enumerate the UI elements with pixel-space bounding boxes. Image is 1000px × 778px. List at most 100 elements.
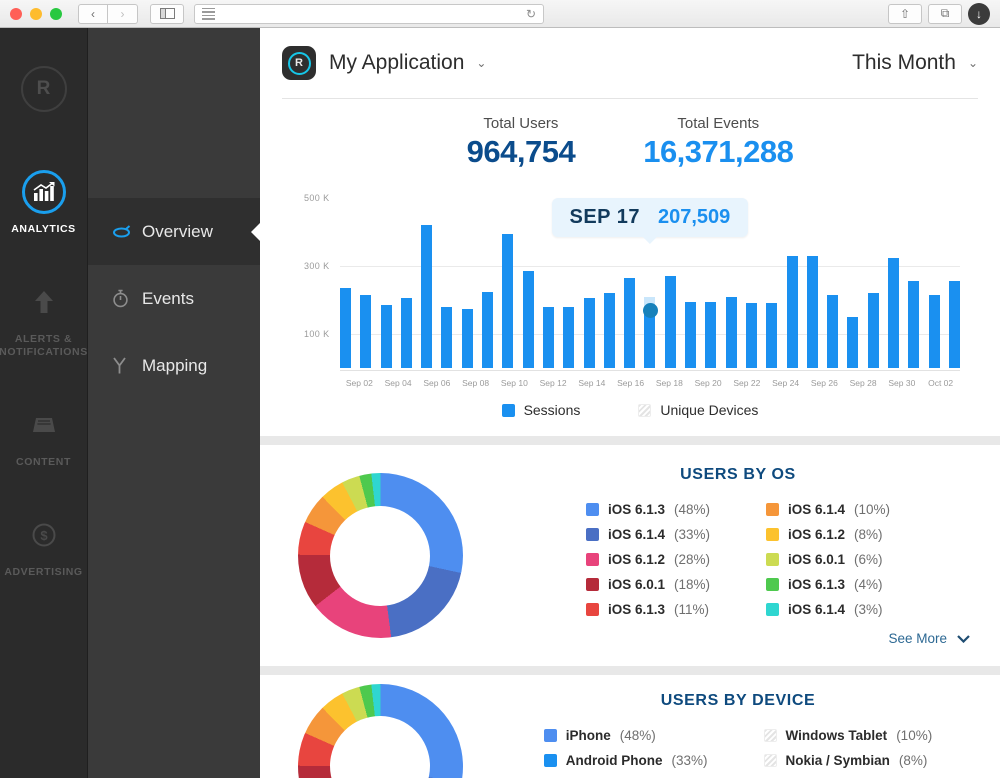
back-button[interactable]: ‹: [78, 4, 108, 24]
period-selector[interactable]: This Month ⌄: [852, 51, 978, 75]
sidebar-item-alerts[interactable]: ALERTS &NOTIFICATIONS: [0, 280, 87, 359]
chart-bar[interactable]: [908, 281, 919, 368]
app-selector-chevron-down-icon[interactable]: ⌄: [476, 56, 486, 70]
maximize-window-button[interactable]: [50, 8, 62, 20]
chart-bar[interactable]: [827, 295, 838, 368]
legend-swatch: [544, 729, 557, 742]
chart-bar[interactable]: [888, 258, 899, 369]
chart-bar[interactable]: [868, 293, 879, 368]
secondary-sidebar: Overview Events Mapping: [88, 28, 260, 778]
browser-toolbar: ‹ › ↻ ⇧ ⧉ ↓: [0, 0, 1000, 28]
sidebar-item-mapping[interactable]: Mapping: [88, 332, 260, 399]
sidebar-item-analytics[interactable]: ANALYTICS: [0, 170, 87, 236]
stopwatch-icon: [112, 289, 142, 308]
x-axis-tick: Sep 16: [614, 378, 648, 388]
url-bar[interactable]: ↻: [194, 4, 544, 24]
device-donut-chart[interactable]: [298, 684, 463, 778]
legend-item[interactable]: iOS 6.1.4 (10%): [766, 502, 890, 517]
chart-bar[interactable]: [665, 276, 676, 368]
legend-label: iOS 6.1.3: [608, 602, 665, 617]
users-by-device-card: USERS BY DEVICE iPhone (48%)Android Phon…: [260, 675, 1000, 778]
chart-bar[interactable]: [584, 298, 595, 368]
chart-bar[interactable]: [543, 307, 554, 368]
mapping-fork-icon: [112, 356, 142, 375]
legend-column: Windows Tablet (10%) Nokia / Symbian (8%)…: [764, 728, 933, 778]
chart-bar[interactable]: [746, 303, 757, 368]
os-donut-chart[interactable]: [298, 473, 463, 638]
sidebar-item-overview[interactable]: Overview: [88, 198, 260, 265]
chart-bar[interactable]: [929, 295, 940, 368]
see-more-button[interactable]: See More: [500, 631, 976, 646]
legend-percent: (11%): [674, 602, 709, 617]
chart-bar[interactable]: [624, 278, 635, 368]
x-axis-tick: Sep 20: [691, 378, 725, 388]
chart-bar[interactable]: [421, 225, 432, 368]
x-axis-labels: Sep 02Sep 04Sep 06Sep 08Sep 10Sep 12Sep …: [340, 378, 960, 388]
close-window-button[interactable]: [10, 8, 22, 20]
legend-item[interactable]: iOS 6.1.4 (3%): [766, 602, 890, 617]
legend-swatch: [502, 404, 515, 417]
chart-bar[interactable]: [381, 305, 392, 368]
chart-bar[interactable]: [502, 234, 513, 368]
chart-bar[interactable]: [766, 303, 777, 368]
legend-item-sessions[interactable]: Sessions: [502, 402, 581, 418]
chart-bar[interactable]: [523, 271, 534, 368]
chart-bar[interactable]: [604, 293, 615, 368]
chart-bar[interactable]: [462, 309, 473, 369]
chart-bar[interactable]: [685, 302, 696, 368]
legend-item[interactable]: iOS 6.1.2 (8%): [766, 527, 890, 542]
y-axis-tick: 500 K: [304, 193, 330, 203]
sidebar-item-content[interactable]: CONTENT: [0, 403, 87, 469]
legend-label: Nokia / Symbian: [786, 753, 890, 768]
legend-item[interactable]: iOS 6.0.1 (18%): [586, 577, 710, 592]
legend-swatch: [766, 603, 779, 616]
users-by-os-card: USERS BY OS iOS 6.1.3 (48%) iOS 6.1.4 (33…: [260, 445, 1000, 666]
legend-item-unique-devices[interactable]: Unique Devices: [638, 402, 758, 418]
minimize-window-button[interactable]: [30, 8, 42, 20]
chart-bar[interactable]: [401, 298, 412, 368]
chart-bar[interactable]: [787, 256, 798, 368]
chart-bar[interactable]: [949, 281, 960, 368]
legend-item[interactable]: iOS 6.1.3 (4%): [766, 577, 890, 592]
sessions-bar-chart[interactable]: 100 K300 K500 K Sep 02Sep 04Sep 06Sep 08…: [304, 190, 960, 390]
chart-bar[interactable]: [441, 307, 452, 368]
window-controls[interactable]: [10, 8, 62, 20]
app-logo-letter: R: [288, 52, 311, 75]
x-axis-tick: Sep 24: [769, 378, 803, 388]
chart-bar[interactable]: [360, 295, 371, 368]
chart-bar[interactable]: [726, 297, 737, 368]
dollar-coin-icon: $: [22, 513, 66, 557]
chart-bar[interactable]: [340, 288, 351, 368]
legend-item[interactable]: iOS 6.1.4 (33%): [586, 527, 710, 542]
downloads-button[interactable]: ↓: [968, 3, 990, 25]
legend-item[interactable]: Windows Tablet (10%): [764, 728, 933, 743]
legend-swatch: [766, 553, 779, 566]
legend-item[interactable]: iOS 6.1.3 (11%): [586, 602, 710, 617]
legend-item[interactable]: iOS 6.1.3 (48%): [586, 502, 710, 517]
legend-item[interactable]: iOS 6.1.2 (28%): [586, 552, 710, 567]
section-title: USERS BY OS: [500, 466, 976, 484]
legend-item[interactable]: iPhone (48%): [544, 728, 708, 743]
legend-item[interactable]: iOS 6.0.1 (6%): [766, 552, 890, 567]
overview-card: R My Application ⌄ This Month ⌄ Total Us…: [260, 28, 1000, 436]
chart-bar[interactable]: [847, 317, 858, 368]
legend-percent: (33%): [672, 753, 708, 768]
chart-bar[interactable]: [482, 292, 493, 369]
sidebar-toggle-icon[interactable]: [150, 4, 184, 24]
chart-bar[interactable]: [807, 256, 818, 368]
chart-bar[interactable]: [563, 307, 574, 368]
legend-item[interactable]: Android Phone (33%): [544, 753, 708, 768]
chart-bar[interactable]: [705, 302, 716, 368]
forward-button[interactable]: ›: [108, 4, 138, 24]
legend-item[interactable]: Nokia / Symbian (8%): [764, 753, 933, 768]
reload-button[interactable]: ↻: [526, 7, 536, 21]
chart-legend: Sessions Unique Devices: [282, 390, 978, 436]
tabs-button[interactable]: ⧉: [928, 4, 962, 24]
sidebar-item-events[interactable]: Events: [88, 265, 260, 332]
legend-percent: (3%): [854, 602, 883, 617]
sidebar-item-advertising[interactable]: $ ADVERTISING: [0, 513, 87, 579]
legend-label: iOS 6.1.3: [788, 577, 845, 592]
legend-percent: (18%): [674, 577, 710, 592]
legend-percent: (33%): [674, 527, 710, 542]
share-button[interactable]: ⇧: [888, 4, 922, 24]
